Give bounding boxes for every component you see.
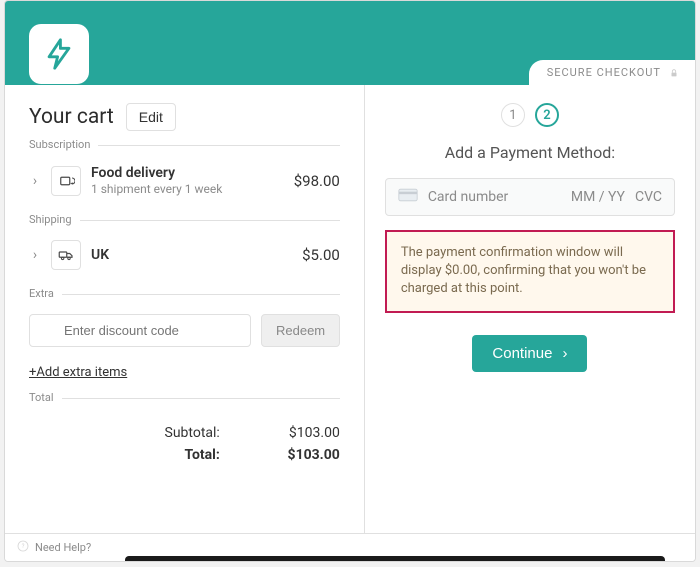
cart-title: Your cart [29,105,114,129]
section-total: Total [29,398,340,412]
truck-icon [57,246,75,264]
card-number-placeholder: Card number [428,189,561,205]
subscription-title: Food delivery [91,165,270,181]
need-help-link[interactable]: Need Help? [35,541,91,554]
subscription-subtitle: 1 shipment every 1 week [91,182,270,196]
secure-checkout-label: SECURE CHECKOUT [547,66,661,79]
subscription-line-item: › Food delivery 1 shipment every 1 week … [29,159,340,206]
section-shipping: Shipping [29,220,340,234]
svg-text:?: ? [22,543,25,550]
cart-panel: Your cart Edit Subscription › Food deliv… [5,85,364,533]
add-extra-items-link[interactable]: +Add extra items [29,365,127,380]
chevron-right-icon[interactable]: › [29,247,41,263]
section-extra: Extra [29,294,340,308]
continue-button[interactable]: Continue › [472,335,587,372]
lock-icon [669,68,679,78]
help-icon: ? [17,540,29,555]
card-expiry-placeholder: MM / YY [571,189,625,205]
shipping-title: UK [91,247,270,263]
footer: ? Need Help? [5,533,695,561]
total-value: $103.00 [260,447,340,463]
step-1[interactable]: 1 [501,103,525,127]
shipping-price: $5.00 [280,246,340,264]
payment-title: Add a Payment Method: [385,143,675,162]
redeem-button[interactable]: Redeem [261,314,340,347]
card-input[interactable]: Card number MM / YY CVC [385,178,675,216]
payment-panel: 1 2 Add a Payment Method: Card number MM… [364,85,695,533]
section-subscription: Subscription [29,145,340,159]
bottom-bar [125,556,665,562]
chevron-right-icon[interactable]: › [29,173,41,189]
step-2[interactable]: 2 [535,103,559,127]
shipping-icon-tile [51,240,81,270]
box-refresh-icon [57,172,75,190]
brand-logo [29,24,89,84]
continue-label: Continue [492,345,552,362]
subtotal-value: $103.00 [260,425,340,441]
total-label: Total: [130,447,220,463]
checkout-steps: 1 2 [385,103,675,127]
card-cvc-placeholder: CVC [635,189,662,205]
header-band: SECURE CHECKOUT [5,1,695,85]
credit-card-icon [398,188,418,206]
subtotal-label: Subtotal: [130,425,220,441]
subscription-price: $98.00 [280,172,340,190]
shipping-line-item: › UK $5.00 [29,234,340,280]
lightning-icon [42,37,76,71]
edit-cart-button[interactable]: Edit [126,103,176,131]
discount-code-input[interactable] [29,314,251,347]
payment-notice: The payment confirmation window will dis… [385,230,675,313]
secure-checkout-badge: SECURE CHECKOUT [529,60,695,85]
chevron-right-icon: › [562,345,567,362]
subscription-icon-tile [51,166,81,196]
